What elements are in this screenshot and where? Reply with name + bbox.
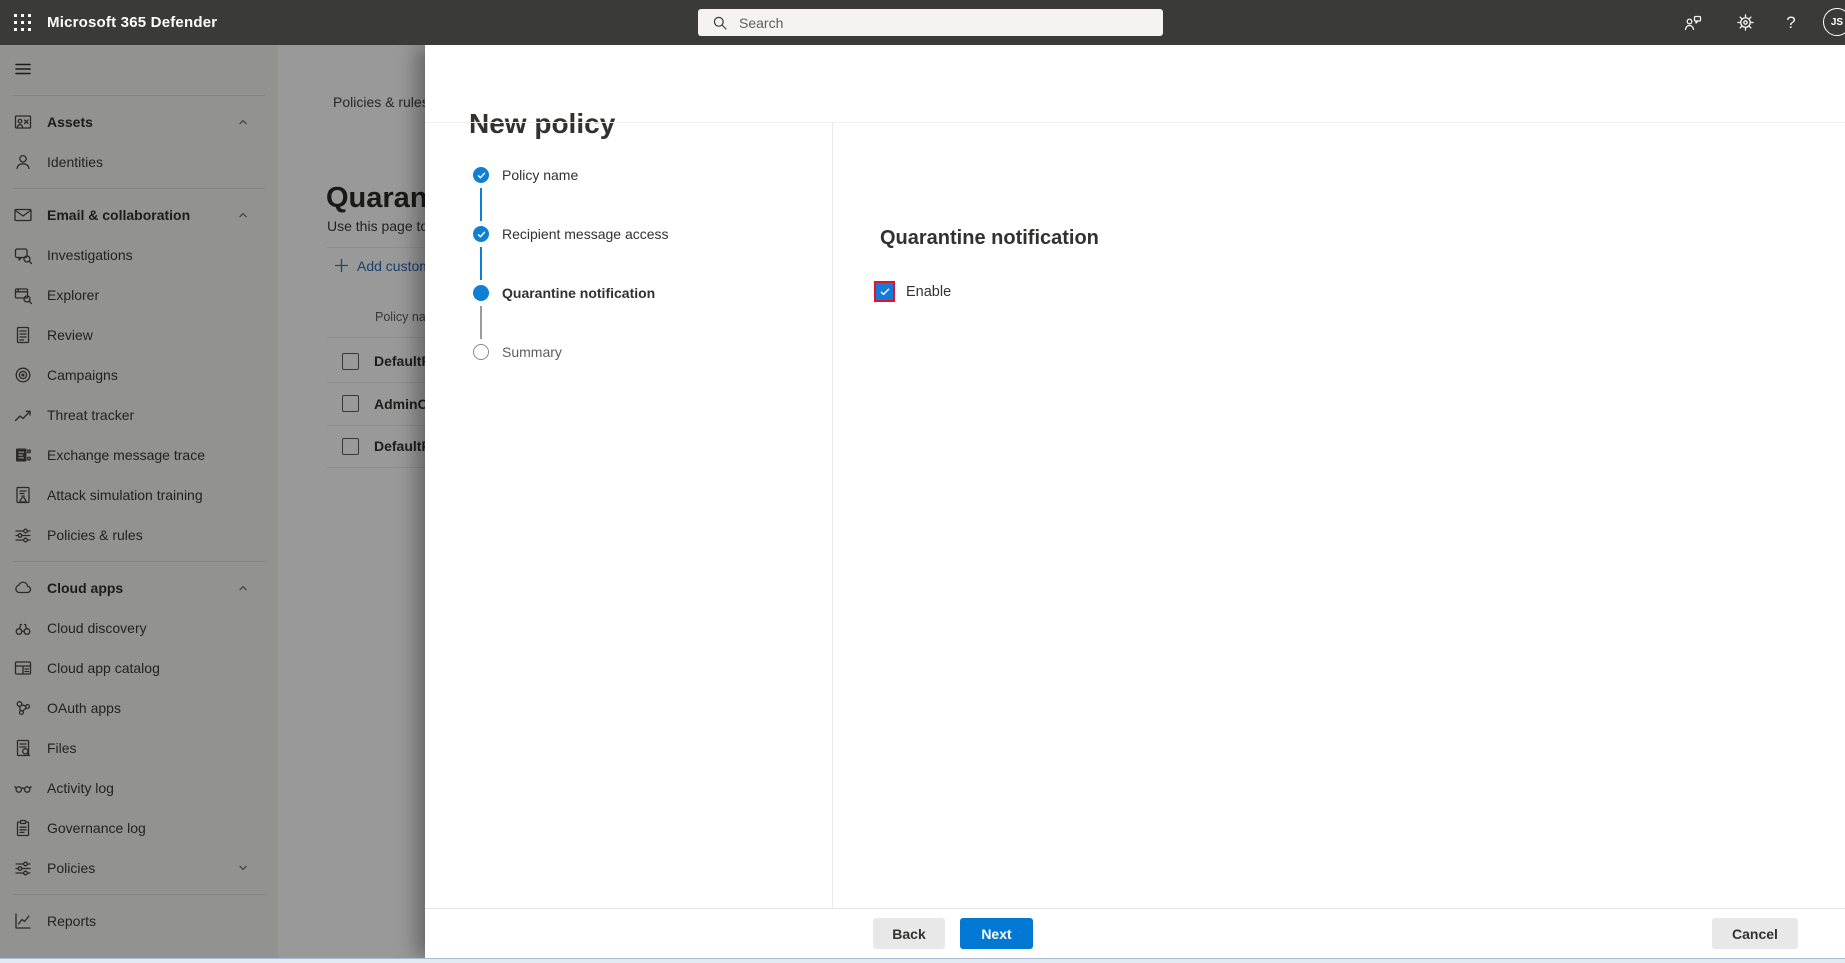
step-connector: [480, 306, 482, 339]
app-launcher-icon: [13, 13, 32, 32]
app-title: Microsoft 365 Defender: [47, 14, 218, 31]
flyout-footer: Back Next Cancel: [425, 908, 1845, 958]
step-label: Quarantine notification: [502, 285, 656, 301]
step-heading: Quarantine notification: [880, 227, 1099, 249]
enable-label: Enable: [906, 283, 952, 300]
enable-checkbox[interactable]: [874, 281, 895, 302]
step-connector: [480, 247, 482, 280]
divider: [832, 123, 833, 908]
step-complete-icon: [473, 167, 489, 183]
checkmark-icon: [880, 288, 889, 295]
search-icon: [712, 15, 728, 31]
help-icon: ?: [1786, 12, 1796, 32]
top-app-bar: Microsoft 365 Defender ? JS: [0, 0, 1845, 45]
back-button[interactable]: Back: [873, 918, 945, 949]
window-bottom-edge: [0, 958, 1845, 963]
account-avatar[interactable]: JS: [1823, 8, 1845, 36]
step-pending-icon: [473, 344, 489, 360]
flyout-title: New policy: [469, 108, 616, 140]
next-button[interactable]: Next: [960, 918, 1033, 949]
wizard-step-summary[interactable]: Summary: [473, 344, 803, 403]
modal-overlay: [0, 45, 425, 958]
step-label: Summary: [502, 344, 562, 360]
search-input[interactable]: [737, 13, 1163, 32]
wizard-step-quarantine-notification[interactable]: Quarantine notification: [473, 285, 803, 344]
divider: [425, 122, 1845, 123]
app-launcher-button[interactable]: [4, 4, 41, 41]
cancel-button[interactable]: Cancel: [1712, 918, 1798, 949]
gear-icon: [1736, 13, 1755, 32]
new-policy-flyout: New policy Policy name Recipient message …: [425, 45, 1845, 958]
step-complete-icon: [473, 226, 489, 242]
wizard-step-policy-name[interactable]: Policy name: [473, 167, 803, 226]
wizard-steps: Policy name Recipient message access Quara…: [473, 167, 803, 403]
step-connector: [480, 188, 482, 221]
wizard-step-recipient-message-access[interactable]: Recipient message access: [473, 226, 803, 285]
settings-button[interactable]: [1728, 0, 1762, 45]
step-label: Recipient message access: [502, 226, 669, 242]
feedback-button[interactable]: [1676, 0, 1710, 45]
step-current-icon: [473, 285, 489, 301]
help-button[interactable]: ?: [1774, 0, 1808, 45]
enable-checkbox-row[interactable]: Enable: [874, 281, 951, 302]
global-search[interactable]: [698, 9, 1163, 36]
feedback-icon: [1683, 13, 1703, 33]
step-label: Policy name: [502, 167, 579, 183]
